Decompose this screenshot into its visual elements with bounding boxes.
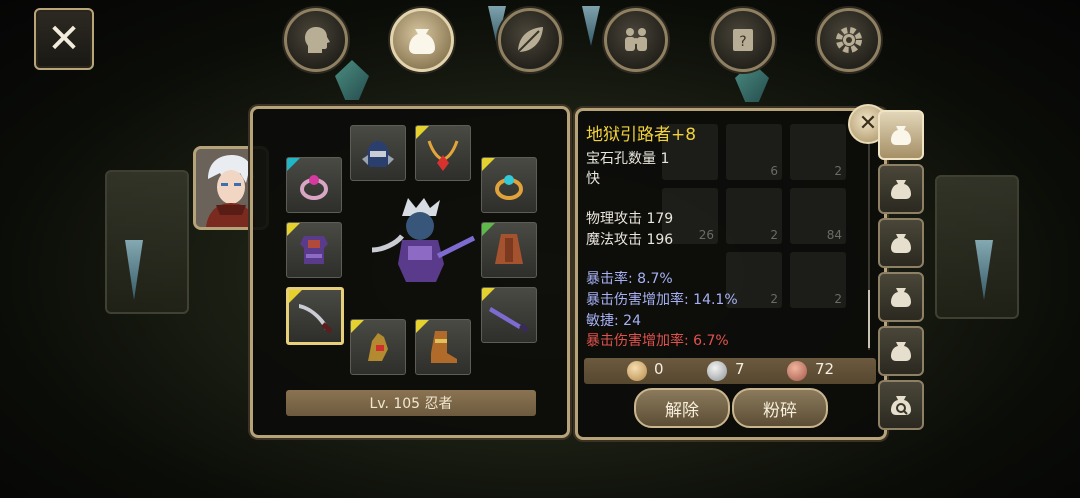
shatter-button[interactable]: 粉碎 bbox=[732, 388, 828, 428]
equip-slot-gloves[interactable] bbox=[350, 319, 406, 375]
item-physical-attack: 物理攻击 179 bbox=[586, 211, 674, 227]
item-crit-damage-bonus: 暴击伤害增加率: 14.1% bbox=[586, 292, 738, 308]
necklace-icon bbox=[427, 140, 459, 171]
unequip-button[interactable]: 解除 bbox=[634, 388, 730, 428]
item-agility: 敏捷: 24 bbox=[586, 313, 641, 329]
background-crystal bbox=[335, 60, 369, 100]
inventory-slot[interactable]: 6 bbox=[726, 124, 782, 180]
character-level-label: Lv. 105 忍者 bbox=[286, 390, 536, 416]
item-magic-attack: 魔法攻击 196 bbox=[586, 232, 674, 248]
silver-amount: 7 bbox=[735, 360, 745, 378]
boots-icon bbox=[431, 331, 457, 363]
bag-tab-5[interactable] bbox=[878, 326, 924, 376]
armor-icon bbox=[300, 236, 328, 264]
item-count: 26 bbox=[698, 228, 714, 242]
tab-character[interactable] bbox=[284, 8, 348, 72]
gear-icon bbox=[836, 27, 862, 53]
bag-icon bbox=[891, 180, 911, 199]
bag-icon bbox=[891, 288, 911, 307]
item-crit-rate: 暴击率: 8.7% bbox=[586, 271, 673, 287]
item-count: 84 bbox=[826, 228, 842, 242]
bag-tab-3[interactable] bbox=[878, 218, 924, 268]
item-count: 6 bbox=[770, 164, 778, 178]
copper-coin-icon bbox=[787, 361, 807, 381]
scrollbar-thumb[interactable] bbox=[868, 290, 870, 348]
item-speed: 快 bbox=[586, 171, 600, 187]
item-crit-damage-bonus-extra: 暴击伤害增加率: 6.7% bbox=[586, 333, 729, 349]
bag-icon bbox=[891, 234, 911, 253]
item-count: 2 bbox=[770, 228, 778, 242]
equip-slot-helmet[interactable] bbox=[350, 125, 406, 181]
background-pillar-left bbox=[105, 170, 189, 314]
copper-amount: 72 bbox=[815, 360, 835, 378]
background-ice-spike bbox=[582, 6, 600, 46]
equip-slot-cloak[interactable] bbox=[481, 222, 537, 278]
helmet-icon bbox=[362, 141, 394, 167]
item-count: 2 bbox=[834, 164, 842, 178]
inventory-slot[interactable]: 2 bbox=[790, 124, 846, 180]
gold-amount: 0 bbox=[654, 360, 664, 378]
cloak-icon bbox=[495, 234, 523, 264]
item-count: 2 bbox=[834, 292, 842, 306]
item-count: 2 bbox=[770, 292, 778, 306]
head-icon bbox=[305, 27, 330, 53]
equip-slot-armor[interactable] bbox=[286, 222, 342, 278]
bag-search-tab[interactable] bbox=[878, 380, 924, 430]
blade-icon bbox=[299, 304, 333, 334]
character-sprite bbox=[371, 198, 476, 282]
equip-slot-necklace[interactable] bbox=[415, 125, 471, 181]
detail-scrollbar[interactable] bbox=[868, 140, 870, 350]
inventory-slot[interactable]: 2 bbox=[726, 188, 782, 244]
bag-tab-4[interactable] bbox=[878, 272, 924, 322]
gold-coin-icon bbox=[627, 361, 647, 381]
silver-coin-icon bbox=[707, 361, 727, 381]
bag-tab-2[interactable] bbox=[878, 164, 924, 214]
equip-slot-boots[interactable] bbox=[415, 319, 471, 375]
bag-icon bbox=[409, 29, 435, 54]
equip-slot-ring-right[interactable] bbox=[481, 157, 537, 213]
svg-text:?: ? bbox=[739, 34, 746, 50]
leaf-icon bbox=[517, 27, 543, 53]
equip-slot-ring-left[interactable] bbox=[286, 157, 342, 213]
equip-slot-weapon-right[interactable] bbox=[481, 287, 537, 343]
tab-skills[interactable] bbox=[498, 8, 562, 72]
ring-icon bbox=[495, 175, 523, 200]
tab-party[interactable] bbox=[604, 8, 668, 72]
bag-icon bbox=[891, 126, 911, 145]
ring-icon bbox=[300, 175, 328, 200]
tab-settings[interactable] bbox=[817, 8, 881, 72]
bag-search-icon bbox=[891, 396, 911, 415]
bag-tab-1[interactable] bbox=[878, 110, 924, 160]
inventory-slot[interactable]: 84 bbox=[790, 188, 846, 244]
close-icon: ✕ bbox=[47, 16, 81, 62]
equip-slot-weapon-left[interactable] bbox=[286, 287, 344, 345]
item-name: 地狱引路者+8 bbox=[586, 125, 697, 145]
sword-icon bbox=[489, 307, 529, 333]
close-button[interactable]: ✕ bbox=[34, 8, 94, 70]
tab-inventory[interactable] bbox=[390, 8, 454, 72]
bag-icon bbox=[891, 342, 911, 361]
gloves-icon bbox=[368, 333, 388, 361]
tab-quests[interactable]: ? bbox=[711, 8, 775, 72]
close-icon: ✕ bbox=[858, 111, 878, 136]
item-gem-slots: 宝石孔数量 1 bbox=[586, 151, 670, 167]
scroll-icon: ? bbox=[733, 29, 753, 51]
people-icon bbox=[625, 28, 647, 51]
inventory-slot[interactable]: 2 bbox=[790, 252, 846, 308]
